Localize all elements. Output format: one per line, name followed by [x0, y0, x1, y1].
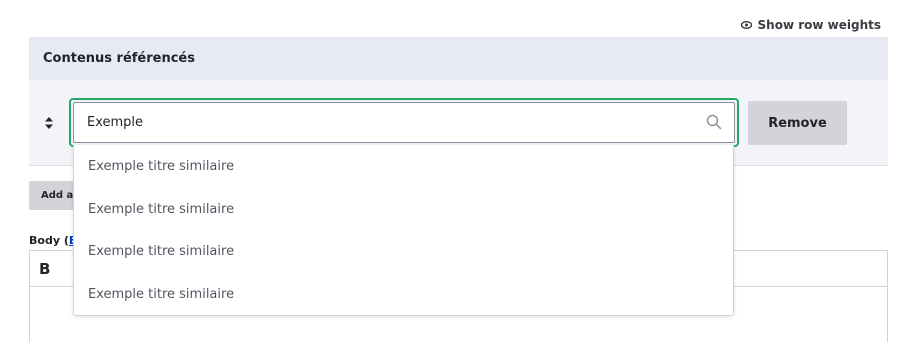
bold-button[interactable]: B [39, 260, 50, 278]
search-icon [706, 114, 722, 130]
body-field-label: Body (E [29, 234, 76, 247]
autocomplete-input[interactable] [73, 102, 735, 143]
autocomplete-suggestion[interactable]: Exemple titre similaire [74, 231, 733, 274]
autocomplete-suggestion[interactable]: Exemple titre similaire [74, 145, 733, 188]
show-row-weights-button[interactable]: Show row weights [740, 17, 881, 33]
table-title: Contenus référencés [43, 51, 195, 66]
add-button-label: Add a [41, 190, 74, 201]
remove-button[interactable]: Remove [748, 101, 847, 145]
drag-handle-icon[interactable] [43, 116, 55, 130]
table-header: Contenus référencés [29, 37, 888, 80]
show-row-weights-label: Show row weights [757, 18, 881, 32]
autocomplete-suggestion[interactable]: Exemple titre similaire [74, 188, 733, 231]
eye-icon [740, 21, 752, 29]
autocomplete-suggestion[interactable]: Exemple titre similaire [74, 273, 733, 316]
body-label-text: Body ( [29, 234, 69, 247]
autocomplete-dropdown: Exemple titre similaire Exemple titre si… [73, 145, 734, 316]
